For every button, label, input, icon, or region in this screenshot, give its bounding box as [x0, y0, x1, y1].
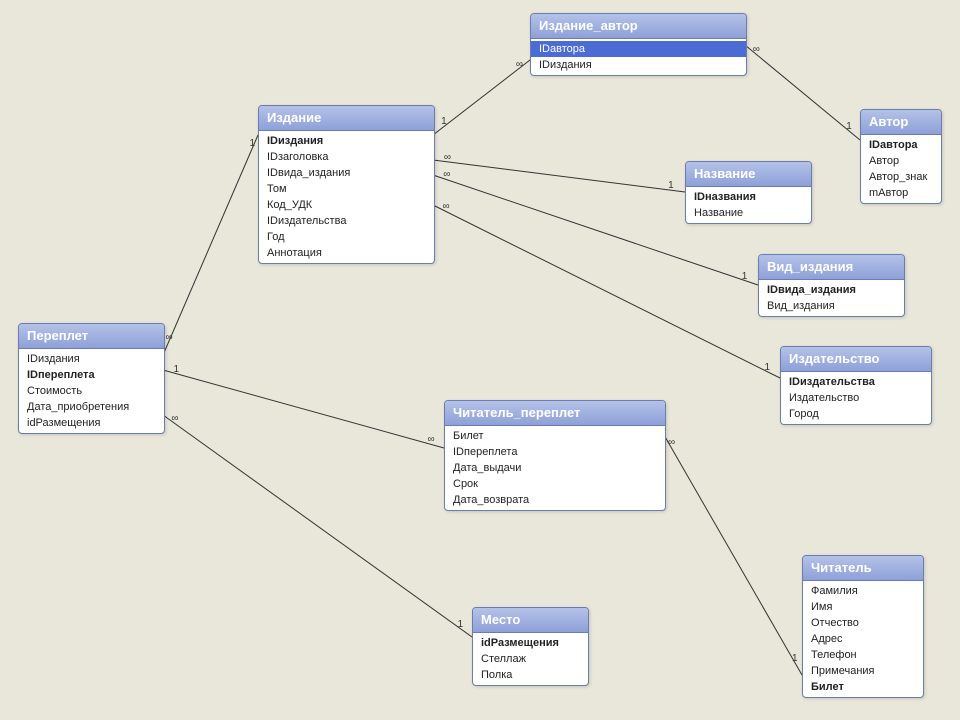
table-chitatel[interactable]: ЧитательФамилияИмяОтчествоАдресТелефонПр… [802, 555, 924, 698]
cardinality-label: 1 [792, 653, 798, 664]
table-fields: ФамилияИмяОтчествоАдресТелефонПримечания… [803, 581, 923, 697]
table-izdanie[interactable]: ИзданиеIDизданияIDзаголовкаIDвида_издани… [258, 105, 435, 264]
table-fields: idРазмещенияСтеллажПолка [473, 633, 588, 685]
table-field[interactable]: idРазмещения [473, 635, 588, 651]
table-field[interactable]: IDвида_издания [759, 282, 904, 298]
table-title: Место [473, 608, 588, 633]
table-field[interactable]: idРазмещения [19, 415, 164, 431]
table-fields: IDназванияНазвание [686, 187, 811, 223]
table-field[interactable]: Срок [445, 476, 665, 492]
table-fields: IDизданияIDпереплетаСтоимостьДата_приобр… [19, 349, 164, 433]
cardinality-label: ∞ [428, 434, 435, 445]
table-title: Переплет [19, 324, 164, 349]
table-field[interactable]: Год [259, 229, 434, 245]
table-avtor[interactable]: АвторIDавтораАвторАвтор_знакmАвтор [860, 109, 942, 204]
cardinality-label: 1 [249, 138, 255, 149]
table-field[interactable]: Город [781, 406, 931, 422]
table-nazvanie[interactable]: НазваниеIDназванияНазвание [685, 161, 812, 224]
table-title: Издание [259, 106, 434, 131]
cardinality-label: ∞ [753, 44, 760, 55]
table-field[interactable]: IDназвания [686, 189, 811, 205]
table-izdatelstvo[interactable]: ИздательствоIDиздательстваИздательствоГо… [780, 346, 932, 425]
table-title: Издание_автор [531, 14, 746, 39]
table-title: Читатель_переплет [445, 401, 665, 426]
cardinality-label: 1 [764, 362, 770, 373]
table-mesto[interactable]: МестоidРазмещенияСтеллажПолка [472, 607, 589, 686]
table-field[interactable]: Вид_издания [759, 298, 904, 314]
table-field[interactable]: IDвида_издания [259, 165, 434, 181]
table-field[interactable]: Издательство [781, 390, 931, 406]
table-field[interactable]: Дата_возврата [445, 492, 665, 508]
cardinality-label: ∞ [516, 59, 523, 70]
cardinality-label: ∞ [171, 413, 178, 424]
cardinality-label: 1 [441, 116, 447, 127]
table-field[interactable]: IDиздательства [259, 213, 434, 229]
table-field[interactable]: IDпереплета [19, 367, 164, 383]
table-field[interactable]: IDавтора [531, 41, 746, 57]
table-field[interactable]: Автор [861, 153, 941, 169]
table-field[interactable]: Имя [803, 599, 923, 615]
table-field[interactable]: Отчество [803, 615, 923, 631]
table-field[interactable]: Полка [473, 667, 588, 683]
cardinality-label: 1 [846, 121, 852, 132]
table-fields: IDизданияIDзаголовкаIDвида_изданияТомКод… [259, 131, 434, 263]
table-fields: IDавтораIDиздания [531, 39, 746, 75]
table-fields: IDвида_изданияВид_издания [759, 280, 904, 316]
cardinality-label: 1 [742, 271, 748, 282]
table-title: Читатель [803, 556, 923, 581]
table-field[interactable]: Фамилия [803, 583, 923, 599]
table-field[interactable]: Стоимость [19, 383, 164, 399]
table-chitatel_pereplet[interactable]: Читатель_переплетБилетIDпереплетаДата_вы… [444, 400, 666, 511]
table-field[interactable]: Код_УДК [259, 197, 434, 213]
table-field[interactable]: Название [686, 205, 811, 221]
table-field[interactable]: Стеллаж [473, 651, 588, 667]
table-izdanie_avtor[interactable]: Издание_авторIDавтораIDиздания [530, 13, 747, 76]
cardinality-label: ∞ [668, 437, 675, 448]
cardinality-label: ∞ [443, 201, 450, 212]
table-field[interactable]: mАвтор [861, 185, 941, 201]
table-pereplet[interactable]: ПереплетIDизданияIDпереплетаСтоимостьДат… [18, 323, 165, 434]
cardinality-label: 1 [173, 364, 179, 375]
table-title: Вид_издания [759, 255, 904, 280]
table-field[interactable]: Билет [803, 679, 923, 695]
table-field[interactable]: Автор_знак [861, 169, 941, 185]
cardinality-label: ∞ [166, 332, 173, 343]
cardinality-label: 1 [458, 619, 464, 630]
table-field[interactable]: IDиздательства [781, 374, 931, 390]
table-field[interactable]: Примечания [803, 663, 923, 679]
table-fields: IDавтораАвторАвтор_знакmАвтор [861, 135, 941, 203]
cardinality-label: ∞ [443, 169, 450, 180]
table-field[interactable]: Телефон [803, 647, 923, 663]
table-title: Издательство [781, 347, 931, 372]
cardinality-label: ∞ [444, 152, 451, 163]
table-field[interactable]: IDиздания [259, 133, 434, 149]
table-field[interactable]: Аннотация [259, 245, 434, 261]
table-field[interactable]: IDавтора [861, 137, 941, 153]
table-fields: IDиздательстваИздательствоГород [781, 372, 931, 424]
cardinality-label: 1 [668, 180, 674, 191]
table-field[interactable]: IDиздания [531, 57, 746, 73]
table-field[interactable]: Дата_выдачи [445, 460, 665, 476]
table-field[interactable]: Билет [445, 428, 665, 444]
table-field[interactable]: Том [259, 181, 434, 197]
table-field[interactable]: Адрес [803, 631, 923, 647]
table-field[interactable]: Дата_приобретения [19, 399, 164, 415]
table-field[interactable]: IDзаголовка [259, 149, 434, 165]
table-field[interactable]: IDпереплета [445, 444, 665, 460]
table-title: Название [686, 162, 811, 187]
table-vid_izdaniya[interactable]: Вид_изданияIDвида_изданияВид_издания [758, 254, 905, 317]
table-fields: БилетIDпереплетаДата_выдачиСрокДата_возв… [445, 426, 665, 510]
table-title: Автор [861, 110, 941, 135]
table-field[interactable]: IDиздания [19, 351, 164, 367]
